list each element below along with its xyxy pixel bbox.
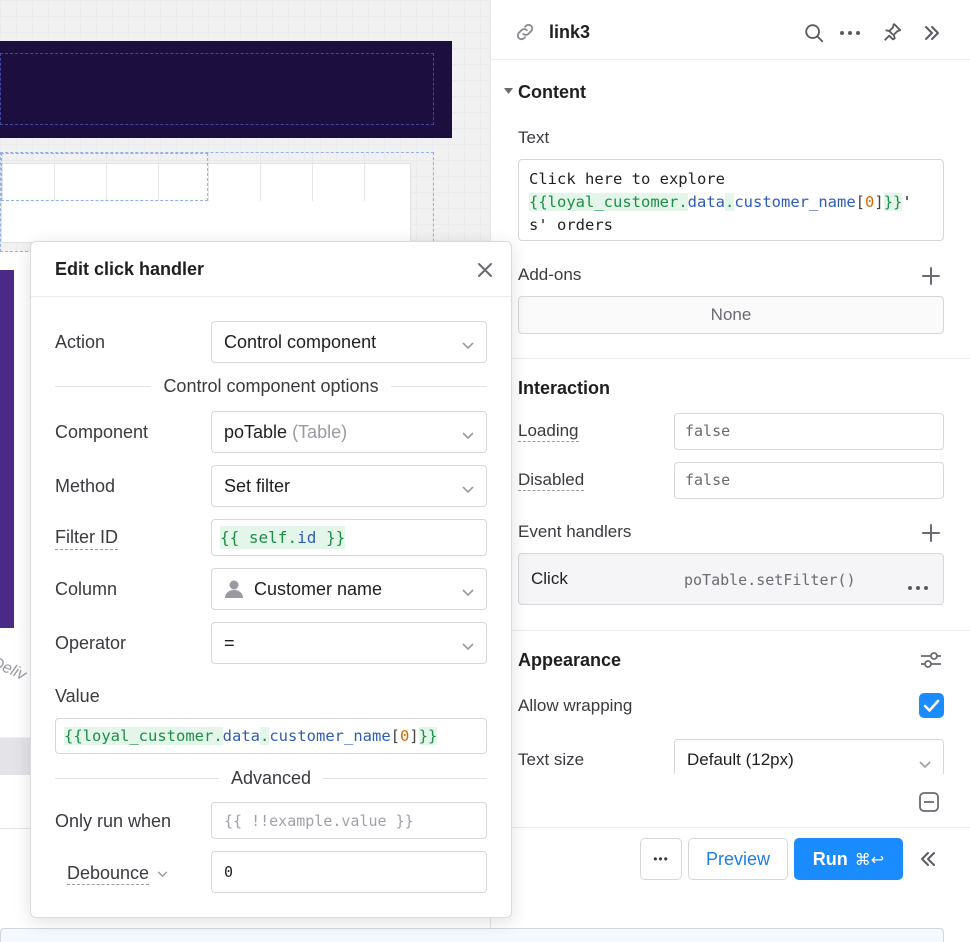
- chevron-down-icon: [462, 334, 474, 355]
- sliders-icon[interactable]: [919, 648, 943, 672]
- component-select[interactable]: poTable (Table): [211, 411, 487, 453]
- event-handler-row[interactable]: Click poTable.setFilter(): [518, 553, 944, 605]
- run-button[interactable]: Run ⌘↩: [794, 838, 903, 880]
- options-divider: Control component options: [55, 376, 488, 397]
- divider: [491, 358, 970, 359]
- allow-wrapping-checkbox[interactable]: [919, 693, 944, 718]
- text-size-label: Text size: [518, 750, 585, 769]
- text-label: Text: [518, 128, 550, 147]
- action-select[interactable]: Control component: [211, 321, 487, 363]
- text-size-select[interactable]: Default (12px): [674, 739, 944, 779]
- event-name: Click: [531, 569, 568, 588]
- advanced-divider: Advanced: [55, 768, 487, 789]
- table-container[interactable]: [0, 152, 434, 252]
- text-line-code: {{loyal_customer.data.customer_name[0]}}…: [529, 193, 912, 211]
- more-options-icon[interactable]: [837, 20, 863, 46]
- loading-label: Loading: [518, 421, 579, 442]
- more-options-icon[interactable]: [907, 576, 929, 596]
- minimize-icon[interactable]: [917, 790, 941, 814]
- pin-icon[interactable]: [879, 19, 905, 45]
- divider: [491, 630, 970, 631]
- chevron-down-icon: [157, 870, 168, 878]
- collapse-left-icon[interactable]: [914, 846, 942, 872]
- user-icon: [224, 579, 244, 599]
- method-label: Method: [55, 476, 116, 496]
- close-icon[interactable]: [473, 258, 497, 282]
- addons-empty: None: [518, 296, 944, 334]
- plus-icon[interactable]: [919, 521, 943, 545]
- search-icon[interactable]: [801, 20, 827, 46]
- action-label: Action: [55, 332, 106, 352]
- event-handlers-label: Event handlers: [518, 522, 632, 541]
- collapse-panel-icon[interactable]: [919, 20, 945, 46]
- edit-click-handler-popover: Edit click handler Action Control compon…: [30, 241, 512, 918]
- column-label: Column: [55, 579, 118, 599]
- only-run-when-input[interactable]: {{ !!example.value }}: [211, 802, 487, 839]
- link-icon: [513, 20, 537, 44]
- debounce-label[interactable]: Debounce: [67, 863, 168, 885]
- table-cell-group: [208, 153, 411, 201]
- chevron-down-icon: [462, 424, 474, 445]
- appearance-section-title[interactable]: Appearance: [518, 650, 621, 671]
- bottom-panel-edge: [0, 928, 944, 942]
- operator-select[interactable]: =: [211, 622, 487, 664]
- debounce-input[interactable]: 0: [211, 851, 487, 893]
- popover-title: Edit click handler: [55, 259, 205, 279]
- run-shortcut: ⌘↩: [854, 849, 885, 869]
- filter-id-label: Filter ID: [55, 527, 118, 550]
- inspector-panel: link3 Content Text Click here to explore…: [490, 0, 970, 779]
- text-line: s' orders: [529, 216, 613, 234]
- header-container[interactable]: [0, 41, 452, 138]
- value-input[interactable]: {{loyal_customer. data. customer_name[0]}}: [55, 718, 487, 754]
- divider: [491, 827, 970, 828]
- loading-input[interactable]: false: [674, 413, 944, 450]
- header-container-outline: [0, 53, 434, 125]
- event-action: poTable.setFilter(): [684, 571, 856, 589]
- preview-button[interactable]: Preview: [688, 838, 788, 880]
- purple-chart-panel[interactable]: [0, 270, 14, 628]
- text-line: Click here to explore: [529, 170, 725, 188]
- table-cell-group: [1, 153, 208, 201]
- inspector-header: link3: [491, 4, 970, 60]
- interaction-section-title[interactable]: Interaction: [518, 378, 610, 399]
- popover-header: Edit click handler: [31, 242, 511, 297]
- only-run-when-label: Only run when: [55, 811, 172, 831]
- value-label: Value: [55, 686, 100, 706]
- chevron-down-icon: [462, 581, 474, 602]
- disabled-input[interactable]: false: [674, 462, 944, 499]
- addons-value: None: [710, 305, 752, 324]
- component-name[interactable]: link3: [549, 22, 590, 43]
- filter-id-input[interactable]: {{ self.id }}: [211, 519, 487, 556]
- operator-label: Operator: [55, 633, 127, 653]
- component-label: Component: [55, 422, 149, 442]
- method-select[interactable]: Set filter: [211, 465, 487, 507]
- chevron-down-icon: [462, 478, 474, 499]
- disabled-label: Disabled: [518, 470, 585, 491]
- caret-down-icon[interactable]: [503, 86, 513, 96]
- more-actions-button[interactable]: •••: [640, 838, 682, 880]
- text-editor[interactable]: Click here to explore {{loyal_customer.d…: [518, 159, 944, 241]
- plus-icon[interactable]: [919, 264, 943, 288]
- column-select[interactable]: Customer name: [211, 568, 487, 610]
- chevron-down-icon: [462, 635, 474, 656]
- allow-wrapping-label: Allow wrapping: [518, 696, 633, 715]
- addons-label: Add-ons: [518, 265, 582, 284]
- content-section-title[interactable]: Content: [518, 82, 586, 103]
